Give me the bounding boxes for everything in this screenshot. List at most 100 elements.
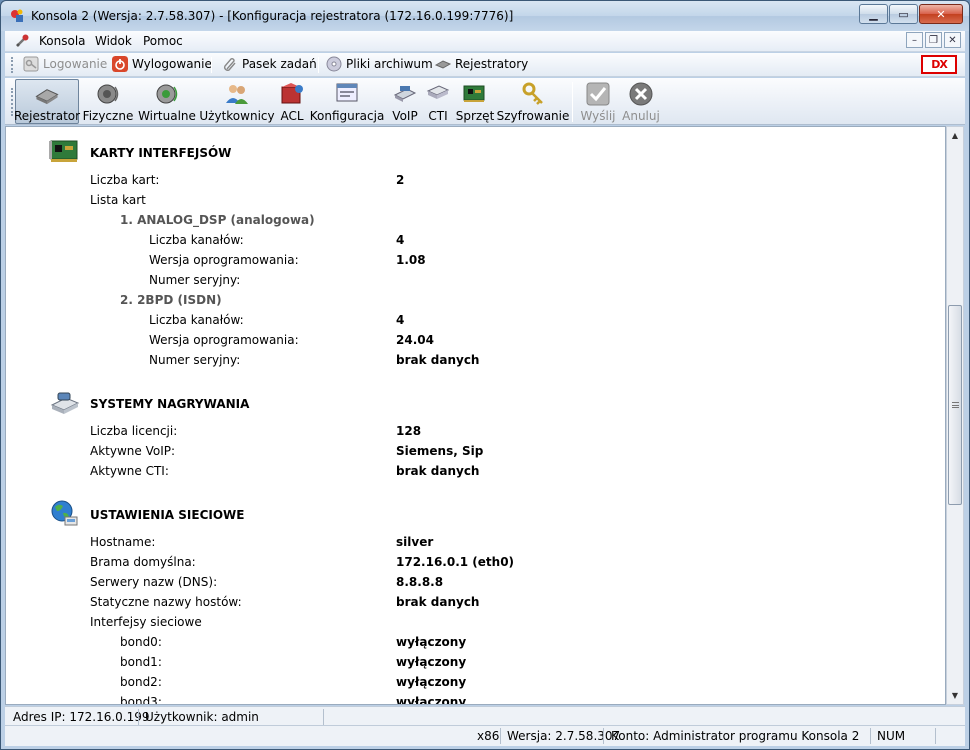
- encryption-key-icon: [522, 82, 543, 105]
- brand-logo-text: DX: [931, 58, 948, 71]
- interface-state: wyłączony: [396, 635, 467, 649]
- scroll-up-button[interactable]: ▲: [947, 127, 963, 144]
- card2-channels-value: 4: [396, 313, 405, 327]
- card1-channels-label: Liczba kanałów:: [149, 233, 244, 247]
- paperclip-icon: [224, 58, 236, 71]
- taskbar-button[interactable]: Pasek zadań: [222, 56, 317, 72]
- speaker-green-icon: [156, 84, 178, 104]
- key-icon: [23, 56, 39, 72]
- menu-bar: Konsola Widok Pomoc – ❐ ✕: [5, 31, 965, 52]
- tab-sprzet-label: Sprzęt: [455, 109, 495, 123]
- tab-cti-label: CTI: [428, 109, 448, 123]
- ip-address-status: Adres IP: 172.16.0.199: [13, 710, 150, 724]
- tab-szyfrowanie[interactable]: Szyfrowanie: [496, 79, 570, 124]
- cards-section-title: KARTY INTERFEJSÓW: [90, 146, 232, 160]
- power-icon: [112, 56, 128, 72]
- recorders-button[interactable]: Rejestratory: [435, 56, 528, 72]
- interface-state: wyłączony: [396, 695, 467, 705]
- users-icon: [226, 85, 248, 104]
- active-voip-label: Aktywne VoIP:: [90, 444, 176, 458]
- active-voip-value: Siemens, Sip: [396, 444, 484, 458]
- interfaces-label: Interfejsy sieciowe: [90, 615, 202, 629]
- scroll-down-button[interactable]: ▼: [947, 687, 963, 704]
- mdi-controls: – ❐ ✕: [906, 32, 961, 48]
- tab-acl[interactable]: ACL: [277, 79, 307, 124]
- close-icon: ✕: [936, 7, 946, 21]
- login-button[interactable]: Logowanie: [23, 56, 107, 72]
- menu-widok[interactable]: Widok: [95, 34, 132, 48]
- cards-count-label: Liczba kart:: [90, 173, 160, 187]
- hardware-icon: [463, 85, 485, 102]
- card2-firmware-label: Wersja oprogramowania:: [149, 333, 299, 347]
- status-separator: [138, 709, 139, 725]
- mdi-close-button[interactable]: ✕: [944, 32, 961, 48]
- card2-serial-value: brak danych: [396, 353, 480, 367]
- logout-button[interactable]: Wylogowanie: [112, 56, 212, 72]
- minimize-icon: ▁: [869, 7, 878, 21]
- recorder-info-panel: KARTY INTERFEJSÓW Liczba kart: 2 Lista k…: [5, 126, 946, 705]
- grip-icon: [952, 402, 959, 408]
- tab-cti[interactable]: CTI: [425, 79, 451, 124]
- dns-label: Serwery nazw (DNS):: [90, 575, 218, 589]
- static-hosts-value: brak danych: [396, 595, 480, 609]
- dns-value: 8.8.8.8: [396, 575, 444, 589]
- tab-rejestrator-label: Rejestrator: [13, 109, 81, 123]
- tab-voip[interactable]: VoIP: [388, 79, 422, 124]
- window-title: Konsola 2 (Wersja: 2.7.58.307) - [Konfig…: [31, 9, 514, 23]
- status-separator: [323, 709, 324, 725]
- cancel-icon: [629, 82, 653, 106]
- title-bar[interactable]: Konsola 2 (Wersja: 2.7.58.307) - [Konfig…: [1, 1, 969, 31]
- interface-card-icon: [49, 140, 78, 162]
- tab-uzytkownicy-label: Użytkownicy: [199, 109, 275, 123]
- tab-wirtualne[interactable]: Wirtualne: [138, 79, 196, 124]
- disc-icon: [326, 56, 342, 72]
- recorder-icon: [435, 60, 451, 69]
- mdi-restore-button[interactable]: ❐: [925, 32, 942, 48]
- menu-konsola[interactable]: Konsola: [39, 34, 86, 48]
- vertical-scrollbar[interactable]: ▲ ▼: [946, 126, 964, 705]
- app-icon: [11, 9, 23, 22]
- card2-name: 2. 2BPD (ISDN): [120, 293, 222, 307]
- mdi-minimize-button[interactable]: –: [906, 32, 923, 48]
- cti-icon: [426, 85, 450, 99]
- recording-phone-icon: [50, 392, 80, 414]
- licenses-label: Liczba licencji:: [90, 424, 178, 438]
- minimize-button[interactable]: ▁: [859, 4, 888, 24]
- main-toolbar: Rejestrator Fizyczne Wirtualne Użytkowni…: [5, 78, 965, 125]
- tab-voip-label: VoIP: [392, 109, 418, 123]
- status-separator: [603, 728, 604, 744]
- tab-uzytkownicy[interactable]: Użytkownicy: [199, 79, 275, 124]
- interface-name: bond1:: [120, 655, 162, 669]
- config-icon: [336, 83, 358, 102]
- cards-count-value: 2: [396, 173, 405, 187]
- login-label: Logowanie: [43, 57, 108, 71]
- tab-konfiguracja[interactable]: Konfiguracja: [309, 79, 385, 124]
- tab-rejestrator[interactable]: Rejestrator: [13, 79, 81, 124]
- network-section-title: USTAWIENIA SIECIOWE: [90, 508, 245, 522]
- cancel-button[interactable]: Anuluj: [621, 79, 661, 124]
- scroll-thumb[interactable]: [948, 305, 962, 505]
- tab-fizyczne-label: Fizyczne: [82, 109, 134, 123]
- close-button[interactable]: ✕: [919, 4, 963, 24]
- tools-icon: [16, 34, 29, 47]
- speaker-icon: [97, 84, 119, 104]
- app-status-bar: x86 Wersja: 2.7.58.307 Konto: Administra…: [5, 725, 965, 746]
- recorder-icon: [35, 89, 59, 105]
- archive-files-button[interactable]: Pliki archiwum: [326, 56, 433, 72]
- card1-name: 1. ANALOG_DSP (analogowa): [120, 213, 315, 227]
- recorders-label: Rejestratory: [455, 57, 529, 71]
- maximize-icon: ▭: [898, 7, 909, 21]
- toolbar-grip[interactable]: [11, 57, 14, 73]
- active-cti-value: brak danych: [396, 464, 480, 478]
- account-status: Konto: Administrator programu Konsola 2: [611, 729, 860, 743]
- tab-szyfrowanie-label: Szyfrowanie: [496, 109, 570, 123]
- maximize-button[interactable]: ▭: [889, 4, 918, 24]
- gateway-label: Brama domyślna:: [90, 555, 196, 569]
- tab-sprzet[interactable]: Sprzęt: [455, 79, 495, 124]
- send-button[interactable]: Wyślij: [580, 79, 616, 124]
- tab-fizyczne[interactable]: Fizyczne: [83, 79, 133, 124]
- menu-pomoc[interactable]: Pomoc: [143, 34, 183, 48]
- cards-list-label: Lista kart: [90, 193, 146, 207]
- interface-name: bond0:: [120, 635, 162, 649]
- tab-konfiguracja-label: Konfiguracja: [309, 109, 385, 123]
